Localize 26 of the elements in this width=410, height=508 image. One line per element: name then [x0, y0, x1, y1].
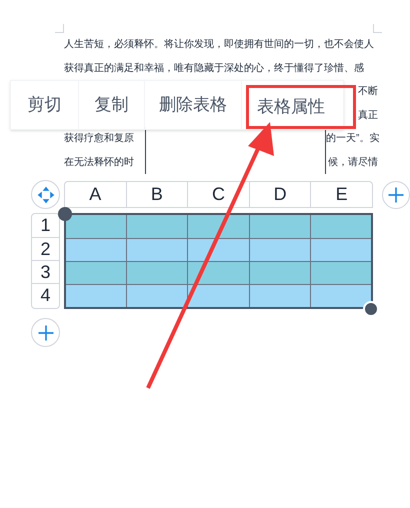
- column-header[interactable]: C: [187, 182, 249, 207]
- column-header[interactable]: A: [65, 182, 126, 207]
- body-text: 人生苦短，必须释怀。将让你发现，即使拥有世间的一切，也不会使人: [64, 38, 374, 52]
- row-header[interactable]: 3: [32, 260, 59, 283]
- add-column-icon[interactable]: [382, 180, 410, 208]
- menu-item[interactable]: 剪切: [11, 81, 78, 129]
- body-text: 真正: [358, 108, 378, 123]
- resize-handle[interactable]: [363, 301, 379, 317]
- move-handle[interactable]: [31, 180, 60, 209]
- body-text: 的一天”。实: [326, 132, 378, 146]
- row-header[interactable]: 1: [32, 214, 59, 237]
- menu-item[interactable]: 表格属性: [249, 88, 353, 126]
- row-header[interactable]: 4: [32, 283, 59, 306]
- add-row-icon[interactable]: [31, 318, 60, 347]
- menu-item[interactable]: 复制: [79, 81, 144, 129]
- menu-item[interactable]: 删除表格: [145, 81, 241, 129]
- column-header[interactable]: E: [310, 182, 372, 207]
- column-header[interactable]: B: [126, 182, 188, 207]
- resize-handle[interactable]: [58, 207, 72, 221]
- body-text: 在无法释怀的时: [64, 156, 135, 170]
- body-text: 候，请尽情: [327, 156, 378, 170]
- body-text: 获得疗愈和复原: [64, 132, 135, 146]
- body-text: 不断: [358, 84, 378, 100]
- body-text: 获得真正的满足和幸福，唯有隐藏于深处的心，终于懂得了珍惜、感: [64, 62, 364, 76]
- column-header[interactable]: D: [248, 182, 310, 207]
- row-header[interactable]: 2: [32, 237, 59, 260]
